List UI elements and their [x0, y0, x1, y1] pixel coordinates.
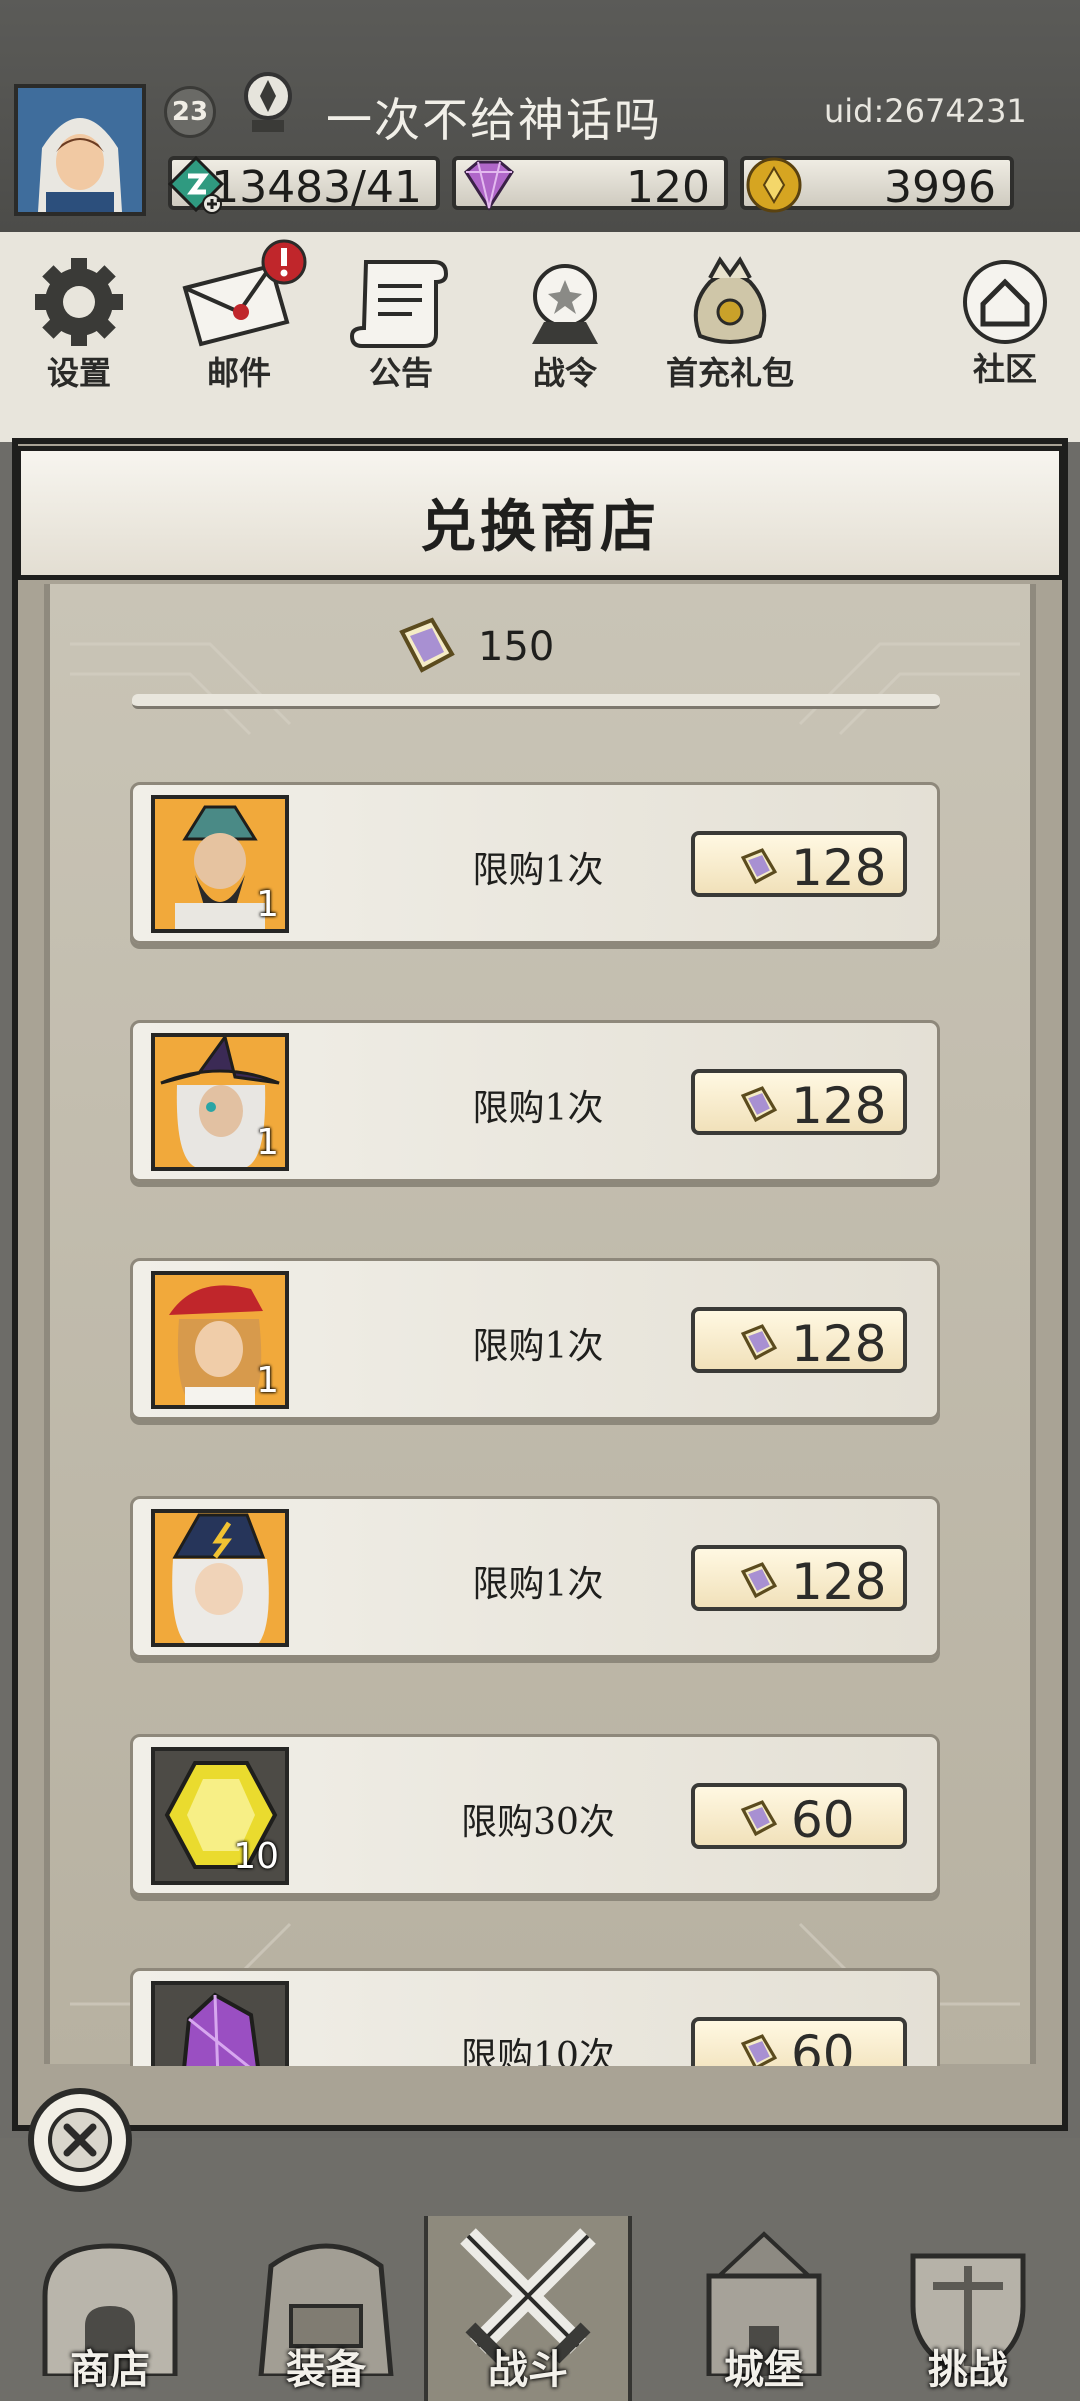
menu-mail[interactable]: 邮件	[174, 239, 307, 394]
exchange-token-icon	[399, 617, 455, 673]
shop-item-card: 限购10次 60	[130, 1968, 940, 2066]
exchange-token-icon	[740, 1324, 778, 1361]
home-icon	[963, 260, 1047, 344]
exchange-token-icon	[740, 2034, 778, 2066]
rank-trophy-icon[interactable]	[238, 70, 298, 136]
nav-label: 商店	[70, 2346, 150, 2393]
nav-battle[interactable]: 战斗	[424, 2216, 632, 2401]
menu-label: 首充礼包	[665, 354, 794, 392]
price-value: 128	[791, 839, 887, 897]
buy-button[interactable]: 128	[691, 831, 907, 897]
gem-bar[interactable]: 120	[452, 156, 728, 213]
coin-icon	[746, 157, 802, 213]
menu-first-recharge-pack[interactable]: 首充礼包	[660, 252, 800, 394]
coin-bar[interactable]: 3996	[740, 156, 1014, 213]
nav-shop[interactable]: 商店	[10, 2226, 210, 2401]
nav-label: 战斗	[488, 2346, 568, 2393]
exchange-token-icon	[740, 1800, 778, 1837]
menu-label: 社区	[972, 350, 1037, 388]
shop-item-card: 1 限购1次 128	[130, 1258, 940, 1420]
shop-item-card: 限购1次 128	[130, 1496, 940, 1658]
menu-label: 战令	[532, 354, 597, 392]
shop-item-card: 10 限购30次 60	[130, 1734, 940, 1896]
menu-label: 邮件	[206, 354, 271, 392]
price-value: 128	[791, 1315, 887, 1373]
close-icon	[48, 2108, 112, 2172]
shop-list-clip: 限购10次 60	[130, 1968, 940, 2066]
modal-title: 兑换商店	[420, 494, 660, 560]
gift-bag-icon	[693, 256, 767, 344]
close-button[interactable]	[28, 2088, 132, 2192]
section-divider	[132, 694, 940, 709]
menu-label: 设置	[46, 354, 111, 392]
buy-button[interactable]: 60	[691, 1783, 907, 1849]
shop-item-card: 1 限购1次 128	[130, 1020, 940, 1182]
scroll-icon	[349, 260, 449, 348]
menu-battle-pass[interactable]: 战令	[500, 252, 630, 394]
buy-button[interactable]: 60	[691, 2017, 907, 2066]
gear-icon	[35, 258, 123, 346]
crystal-ball-icon	[532, 264, 598, 344]
menu-community[interactable]: 社区	[940, 256, 1070, 390]
exchange-token-icon	[740, 1086, 778, 1123]
player-avatar[interactable]	[14, 84, 146, 216]
buy-button[interactable]: 128	[691, 1307, 907, 1373]
shop-item-card: 1 限购1次 128	[130, 782, 940, 944]
player-uid: uid:2674231	[824, 92, 1027, 130]
buy-button[interactable]: 128	[691, 1069, 907, 1135]
nav-label: 装备	[286, 2346, 366, 2393]
nav-label: 城堡	[724, 2346, 804, 2393]
notification-badge-icon	[261, 239, 307, 285]
exchange-token-icon	[740, 848, 778, 885]
menu-settings[interactable]: 设置	[14, 252, 144, 394]
level-badge: 23	[164, 86, 216, 138]
buy-button[interactable]: 128	[691, 1545, 907, 1611]
gem-value: 120	[626, 162, 710, 213]
stamina-value: 13483/41	[211, 162, 422, 213]
gem-icon	[464, 160, 514, 211]
price-value: 60	[791, 1791, 855, 1849]
coin-value: 3996	[884, 162, 996, 213]
price-value: 128	[791, 1553, 887, 1611]
player-name: 一次不给神话吗	[326, 93, 662, 147]
exchange-token-icon	[740, 1562, 778, 1599]
price-value: 60	[791, 2025, 855, 2066]
exchange-token-count: 150	[478, 624, 555, 670]
nav-castle[interactable]: 城堡	[664, 2226, 864, 2401]
price-value: 128	[791, 1077, 887, 1135]
nav-equipment[interactable]: 装备	[226, 2226, 426, 2401]
nav-label: 挑战	[928, 2346, 1008, 2393]
nav-challenge[interactable]: 挑战	[868, 2226, 1068, 2401]
menu-notice[interactable]: 公告	[336, 252, 466, 394]
stamina-bar[interactable]: 13483/41	[167, 155, 440, 214]
menu-label: 公告	[368, 354, 433, 392]
